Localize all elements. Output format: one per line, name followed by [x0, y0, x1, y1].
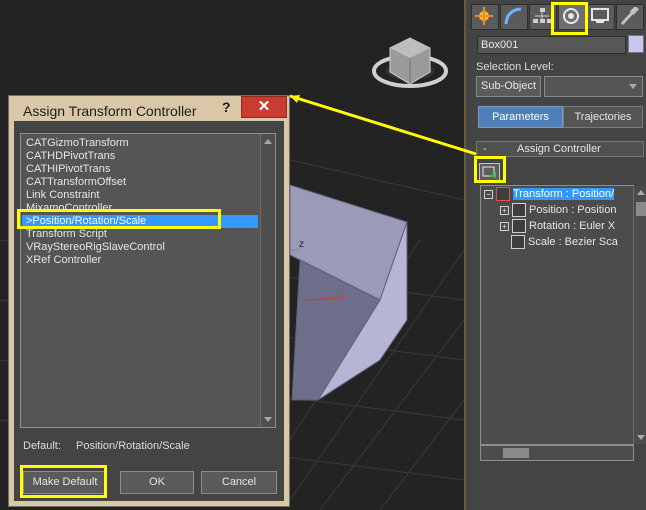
- scroll-up-icon[interactable]: [264, 139, 272, 144]
- list-item[interactable]: CATHIPivotTrans: [26, 163, 110, 176]
- highlight-motion-tab: [551, 2, 588, 35]
- utilities-icon: [620, 7, 639, 25]
- tree-root-label[interactable]: Transform : Position/: [513, 188, 615, 200]
- default-value: Position/Rotation/Scale: [76, 440, 190, 452]
- help-button[interactable]: ?: [222, 99, 231, 115]
- display-icon: [591, 8, 609, 23]
- object-name-input[interactable]: Box001: [477, 36, 626, 54]
- rollout-title: Assign Controller: [517, 143, 601, 155]
- list-scrollbar[interactable]: [260, 134, 275, 427]
- cancel-button[interactable]: Cancel: [201, 471, 277, 494]
- collapse-icon[interactable]: −: [484, 189, 493, 199]
- modify-tab[interactable]: [500, 4, 528, 30]
- tree-horizontal-scrollbar[interactable]: [480, 445, 634, 461]
- hierarchy-icon: [533, 8, 551, 23]
- transform-controller-icon: [496, 187, 510, 202]
- tree-item-position[interactable]: + Position : Position: [500, 203, 617, 218]
- controller-tree[interactable]: − Transform : Position/ + Position : Posit…: [480, 185, 646, 445]
- dialog-title: Assign Transform Controller: [23, 103, 197, 119]
- list-item[interactable]: Transform Script: [26, 228, 107, 241]
- create-tab[interactable]: [471, 4, 499, 30]
- sub-object-dropdown[interactable]: [544, 76, 643, 97]
- tree-root-row[interactable]: − Transform : Position/: [484, 187, 615, 202]
- assign-transform-controller-dialog: Assign Transform Controller ? ✕ CATGizmo…: [8, 95, 290, 507]
- rotation-controller-icon: [512, 219, 526, 234]
- tree-item-scale[interactable]: Scale : Bezier Sca: [511, 235, 618, 250]
- close-button[interactable]: ✕: [241, 96, 287, 118]
- tree-item-rotation[interactable]: + Rotation : Euler X: [500, 219, 616, 234]
- chevron-down-icon: [629, 84, 637, 89]
- list-item[interactable]: CATHDPivotTrans: [26, 150, 115, 163]
- expand-icon[interactable]: +: [500, 205, 509, 215]
- list-item[interactable]: XRef Controller: [26, 254, 101, 267]
- create-icon: [475, 7, 493, 25]
- tree-item-label: Rotation : Euler X: [529, 220, 616, 232]
- default-label: Default:: [23, 440, 61, 452]
- highlight-selected-controller: [17, 209, 221, 229]
- tree-vertical-scrollbar[interactable]: [633, 186, 646, 444]
- highlight-assign-controller-button: [474, 156, 506, 183]
- viewcube-icon: [372, 37, 448, 88]
- expand-icon[interactable]: +: [500, 221, 509, 231]
- command-panel: Box001 Selection Level: Sub-Object Param…: [464, 0, 646, 510]
- assign-controller-rollout[interactable]: - Assign Controller: [476, 141, 644, 157]
- scale-controller-icon: [511, 235, 525, 250]
- scroll-down-icon[interactable]: [264, 417, 272, 422]
- selection-level-label: Selection Level:: [476, 61, 554, 73]
- tab-trajectories[interactable]: Trajectories: [563, 106, 643, 128]
- list-item[interactable]: CATTransformOffset: [26, 176, 126, 189]
- scroll-thumb[interactable]: [503, 448, 529, 458]
- tree-item-label: Scale : Bezier Sca: [528, 236, 618, 248]
- display-tab[interactable]: [587, 4, 615, 30]
- highlight-make-default-button: [20, 465, 107, 498]
- modify-icon: [504, 7, 522, 25]
- scroll-down-icon[interactable]: [637, 435, 645, 440]
- sub-object-button[interactable]: Sub-Object: [476, 76, 541, 97]
- axis-z-label: z: [299, 239, 304, 250]
- ok-button[interactable]: OK: [120, 471, 194, 494]
- scroll-up-icon[interactable]: [637, 190, 645, 195]
- axis-x-label: x: [340, 292, 345, 303]
- scroll-thumb[interactable]: [636, 202, 646, 216]
- tree-item-label: Position : Position: [529, 204, 617, 216]
- list-item[interactable]: CATGizmoTransform: [26, 137, 129, 150]
- rollout-toggle[interactable]: -: [483, 142, 487, 156]
- tab-parameters[interactable]: Parameters: [478, 106, 563, 128]
- object-color-swatch[interactable]: [628, 35, 644, 53]
- utilities-tab[interactable]: [616, 4, 644, 30]
- list-item[interactable]: Link Constraint: [26, 189, 99, 202]
- controller-list[interactable]: CATGizmoTransform CATHDPivotTrans CATHIP…: [20, 133, 276, 428]
- list-item[interactable]: VRayStereoRigSlaveControl: [26, 241, 165, 254]
- position-controller-icon: [512, 203, 526, 218]
